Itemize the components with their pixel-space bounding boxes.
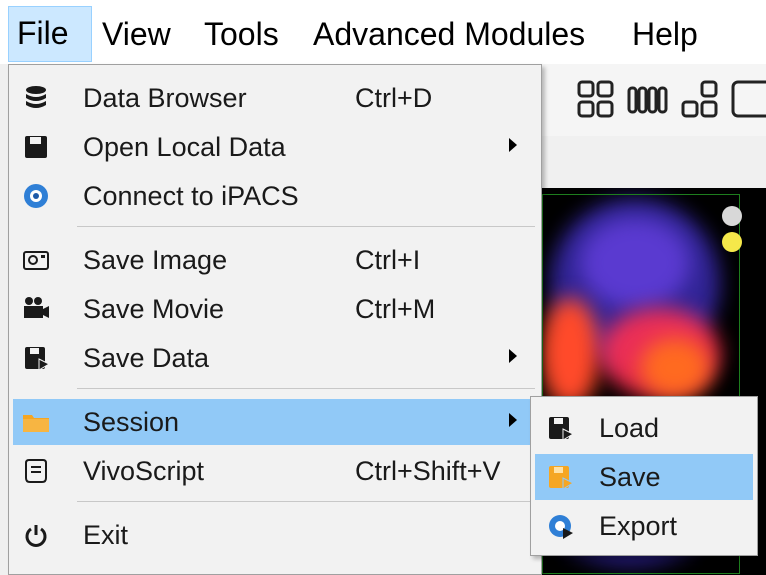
menu-item-save-movie[interactable]: Save Movie Ctrl+M [13, 286, 537, 332]
save-data-icon [25, 347, 51, 371]
load-icon [549, 417, 575, 441]
submenu-item-label: Save [599, 462, 661, 492]
export-icon [549, 515, 573, 539]
menu-file[interactable]: File [8, 6, 92, 62]
camera-icon [23, 251, 49, 270]
menu-item-exit[interactable]: Exit [13, 512, 537, 558]
menu-item-data-browser[interactable]: Data Browser Ctrl+D [13, 75, 537, 121]
menu-item-label: Open Local Data [83, 132, 286, 162]
menu-help[interactable]: Help [632, 6, 698, 62]
layout-1-2-icon[interactable] [680, 78, 720, 122]
submenu-arrow-icon [509, 413, 517, 427]
menu-item-label: Session [83, 407, 180, 437]
submenu-item-label: Export [599, 511, 678, 541]
menu-separator [77, 226, 535, 227]
menu-item-label: Data Browser [83, 83, 247, 113]
script-icon [25, 459, 47, 483]
menu-item-shortcut: Ctrl+I [355, 245, 421, 275]
movie-camera-icon [24, 297, 49, 318]
menu-item-label: VivoScript [83, 456, 205, 486]
menu-item-open-local-data[interactable]: Open Local Data [13, 124, 537, 170]
submenu-item-export[interactable]: Export [535, 503, 753, 549]
menu-item-label: Save Data [83, 343, 210, 373]
viewer-header [540, 136, 766, 188]
layout-2x2-icon[interactable] [576, 78, 616, 122]
layout-single-icon[interactable] [730, 78, 766, 122]
marker-dot [722, 206, 742, 226]
save-icon [549, 466, 575, 490]
menu-item-shortcut: Ctrl+M [355, 294, 436, 324]
layout-1x4-icon[interactable] [626, 78, 670, 122]
menu-tools[interactable]: Tools [204, 6, 279, 62]
toolbar [540, 64, 766, 137]
menu-item-label: Save Movie [83, 294, 225, 324]
database-icon [26, 86, 46, 108]
menu-item-vivoscript[interactable]: VivoScript Ctrl+Shift+V [13, 448, 537, 494]
menu-item-save-image[interactable]: Save Image Ctrl+I [13, 237, 537, 283]
menu-view[interactable]: View [102, 6, 171, 62]
menu-separator [77, 501, 535, 502]
menu-item-shortcut: Ctrl+Shift+V [355, 456, 501, 486]
ipacs-icon [24, 184, 48, 208]
power-icon [25, 525, 47, 547]
submenu-arrow-icon [509, 349, 517, 363]
file-menu: Data Browser Ctrl+D Open Local Data Conn… [8, 64, 542, 575]
submenu-item-load[interactable]: Load [535, 405, 753, 451]
submenu-arrow-icon [509, 138, 517, 152]
menu-item-connect-ipacs[interactable]: Connect to iPACS [13, 173, 537, 219]
menu-advanced-modules[interactable]: Advanced Modules [313, 6, 585, 62]
menu-item-shortcut: Ctrl+D [355, 83, 433, 113]
floppy-disk-icon [25, 136, 47, 158]
submenu-item-label: Load [599, 413, 660, 443]
session-submenu: Load Save Export [530, 396, 758, 556]
menu-item-label: Save Image [83, 245, 228, 275]
menu-item-label: Exit [83, 520, 129, 550]
menu-item-label: Connect to iPACS [83, 181, 299, 211]
marker-dot [722, 232, 742, 252]
menu-separator [77, 388, 535, 389]
menu-item-session[interactable]: Session [13, 399, 537, 445]
menu-item-save-data[interactable]: Save Data [13, 335, 537, 381]
menubar: File View Tools Advanced Modules Help [0, 0, 766, 64]
folder-icon [23, 415, 49, 432]
submenu-item-save[interactable]: Save [535, 454, 753, 500]
